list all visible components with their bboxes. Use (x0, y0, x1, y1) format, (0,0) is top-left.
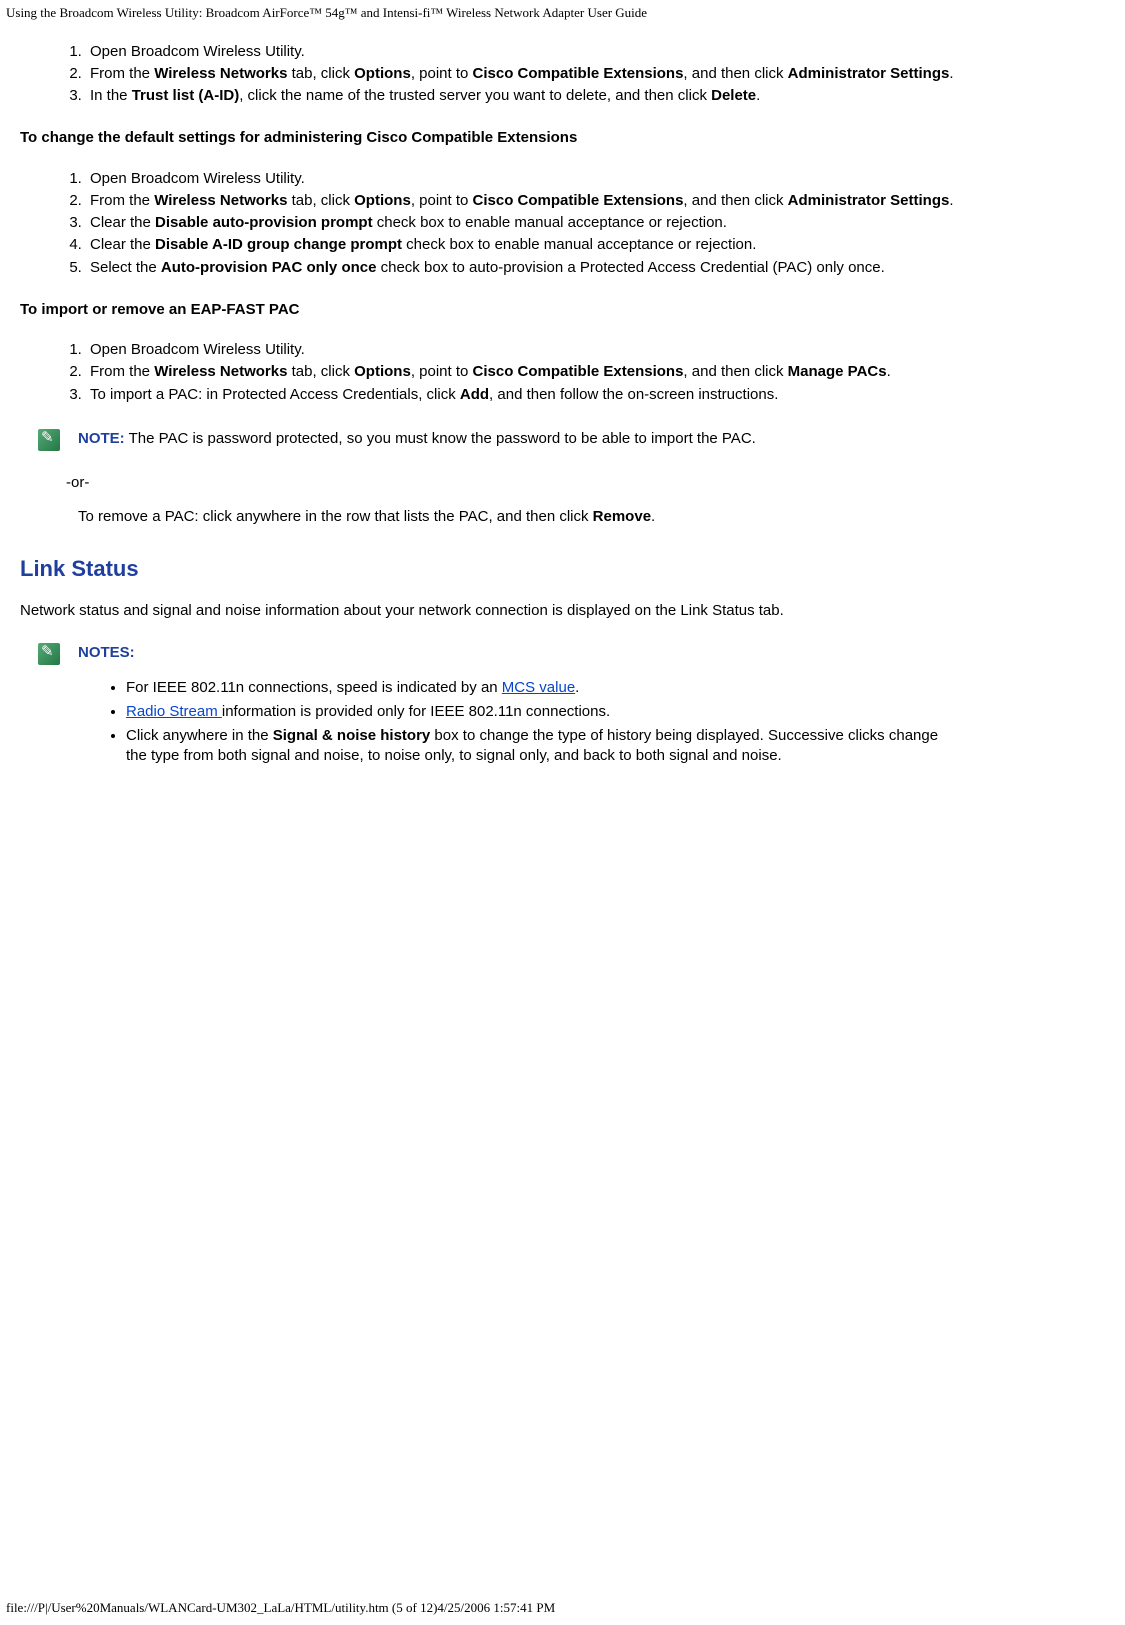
text: tab, click (287, 192, 354, 209)
list-item: Radio Stream information is provided onl… (126, 702, 1087, 722)
text-bold: Add (460, 386, 489, 403)
text: From the (90, 65, 154, 82)
steps-delete-trusted-server: Open Broadcom Wireless Utility. From the… (20, 42, 1105, 107)
list-item: In the Trust list (A-ID), click the name… (86, 86, 1105, 106)
text: . (949, 192, 953, 209)
text: Click anywhere in the (126, 727, 273, 744)
link-mcs-value[interactable]: MCS value (502, 679, 575, 696)
note-label: NOTE: (78, 430, 125, 447)
text: , and then click (683, 363, 787, 380)
text: . (949, 65, 953, 82)
text: For IEEE 802.11n connections, speed is i… (126, 679, 502, 696)
text: In the (90, 87, 132, 104)
note-icon (38, 429, 60, 451)
text: information is provided only for IEEE 80… (222, 703, 610, 720)
text: , and then click (683, 65, 787, 82)
text-bold: Remove (593, 508, 651, 525)
text: tab, click (287, 363, 354, 380)
remove-pac-instruction: To remove a PAC: click anywhere in the r… (78, 507, 1105, 527)
list-item: Open Broadcom Wireless Utility. (86, 169, 1105, 189)
heading-change-defaults: To change the default settings for admin… (20, 128, 1105, 148)
text-bold: Delete (711, 87, 756, 104)
page-footer: file:///P|/User%20Manuals/WLANCard-UM302… (6, 1599, 555, 1617)
text-bold: Options (354, 192, 411, 209)
text-bold: Cisco Compatible Extensions (473, 192, 684, 209)
note-pac-password: NOTE: The PAC is password protected, so … (32, 425, 1093, 461)
text: From the (90, 192, 154, 209)
text: . (887, 363, 891, 380)
text-bold: Trust list (A-ID) (132, 87, 240, 104)
text-bold: Wireless Networks (154, 363, 287, 380)
text: . (651, 508, 655, 525)
link-status-paragraph: Network status and signal and noise info… (20, 601, 1105, 621)
text-bold: Administrator Settings (788, 192, 950, 209)
text: To remove a PAC: click anywhere in the r… (78, 508, 593, 525)
document-body: Open Broadcom Wireless Utility. From the… (0, 22, 1125, 775)
text-bold: Wireless Networks (154, 192, 287, 209)
list-item: To import a PAC: in Protected Access Cre… (86, 385, 1105, 405)
text: , point to (411, 192, 473, 209)
list-item: Open Broadcom Wireless Utility. (86, 42, 1105, 62)
text: Clear the (90, 236, 155, 253)
text: , click the name of the trusted server y… (239, 87, 711, 104)
list-item: Open Broadcom Wireless Utility. (86, 340, 1105, 360)
text-bold: Manage PACs (788, 363, 887, 380)
text: check box to enable manual acceptance or… (373, 214, 727, 231)
notes-list: For IEEE 802.11n connections, speed is i… (78, 678, 1087, 767)
note-content: NOTE: The PAC is password protected, so … (72, 425, 1093, 461)
text: , and then click (683, 192, 787, 209)
text: , point to (411, 65, 473, 82)
list-item: Clear the Disable A-ID group change prom… (86, 235, 1105, 255)
text: . (756, 87, 760, 104)
text-bold: Administrator Settings (788, 65, 950, 82)
text-bold: Cisco Compatible Extensions (473, 65, 684, 82)
or-separator: -or- (66, 473, 1105, 493)
list-item: From the Wireless Networks tab, click Op… (86, 191, 1105, 211)
list-item: Click anywhere in the Signal & noise his… (126, 726, 1087, 767)
text-bold: Cisco Compatible Extensions (473, 363, 684, 380)
text-bold: Disable auto-provision prompt (155, 214, 373, 231)
text: Select the (90, 259, 161, 276)
text-bold: Wireless Networks (154, 65, 287, 82)
text: To import a PAC: in Protected Access Cre… (90, 386, 460, 403)
note-text: The PAC is password protected, so you mu… (125, 430, 756, 447)
text-bold: Disable A-ID group change prompt (155, 236, 402, 253)
text: check box to enable manual acceptance or… (402, 236, 756, 253)
notes-content: NOTES: For IEEE 802.11n connections, spe… (72, 639, 1093, 774)
list-item: For IEEE 802.11n connections, speed is i… (126, 678, 1087, 698)
page-header: Using the Broadcom Wireless Utility: Bro… (0, 0, 1125, 22)
text-bold: Signal & noise history (273, 727, 431, 744)
text: check box to auto-provision a Protected … (376, 259, 884, 276)
list-item: Select the Auto-provision PAC only once … (86, 258, 1105, 278)
link-radio-stream[interactable]: Radio Stream (126, 703, 222, 720)
text: Clear the (90, 214, 155, 231)
list-item: Clear the Disable auto-provision prompt … (86, 213, 1105, 233)
heading-link-status: Link Status (20, 554, 1105, 584)
text-bold: Auto-provision PAC only once (161, 259, 377, 276)
text-bold: Options (354, 363, 411, 380)
text: . (575, 679, 579, 696)
list-item: From the Wireless Networks tab, click Op… (86, 362, 1105, 382)
text: From the (90, 363, 154, 380)
heading-import-remove-pac: To import or remove an EAP-FAST PAC (20, 300, 1105, 320)
note-icon (38, 643, 60, 665)
text: , point to (411, 363, 473, 380)
list-item: From the Wireless Networks tab, click Op… (86, 64, 1105, 84)
notes-label: NOTES: (78, 644, 135, 661)
text: tab, click (287, 65, 354, 82)
notes-block: NOTES: For IEEE 802.11n connections, spe… (32, 639, 1093, 774)
steps-change-defaults: Open Broadcom Wireless Utility. From the… (20, 169, 1105, 278)
text: , and then follow the on-screen instruct… (489, 386, 778, 403)
steps-import-remove-pac: Open Broadcom Wireless Utility. From the… (20, 340, 1105, 405)
text-bold: Options (354, 65, 411, 82)
